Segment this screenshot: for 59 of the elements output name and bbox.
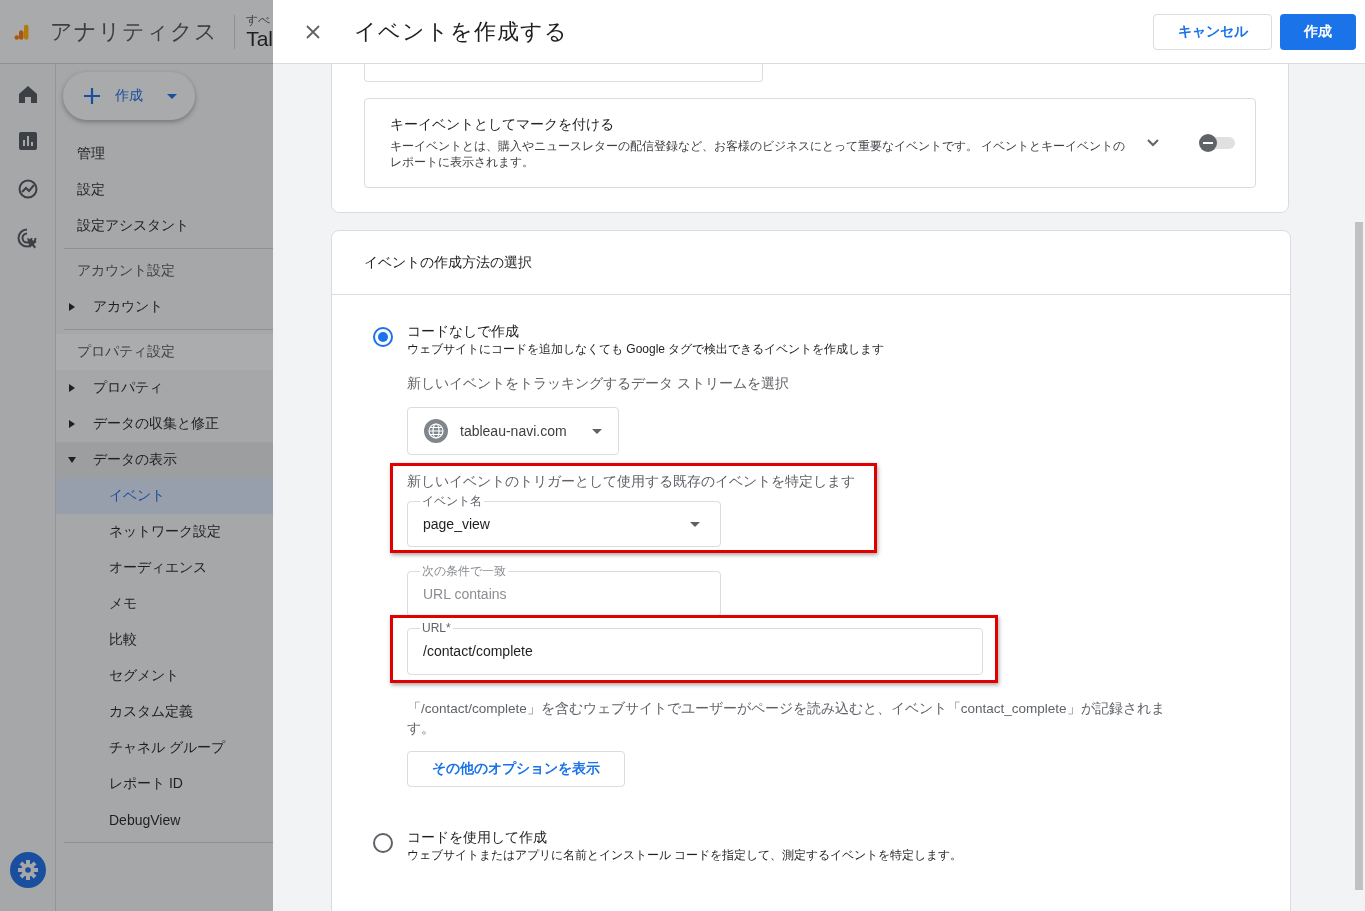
url-field[interactable]: URL* /contact/complete: [407, 621, 983, 675]
nav-item[interactable]: 設定: [56, 172, 273, 208]
toggle-switch[interactable]: [1199, 134, 1235, 152]
nav-item[interactable]: オーディエンス: [56, 550, 273, 586]
caret-icon: [167, 93, 177, 99]
settings-icon[interactable]: [9, 852, 46, 888]
key-event-title: キーイベントとしてマークを付ける: [390, 116, 615, 134]
plus-icon: [83, 87, 101, 105]
radio-button[interactable]: [373, 833, 393, 853]
caret-icon: [69, 384, 75, 392]
option-description: ウェブサイトにコードを追加しなくても Google タグで検出できるイベントを作成します: [407, 341, 886, 357]
event-name-dropdown[interactable]: イベント名 page_view: [407, 493, 721, 547]
caret-icon: [690, 521, 700, 527]
option-label: コードなしで作成: [407, 322, 520, 341]
option-description: ウェブサイトまたはアプリに名前とインストール コードを指定して、測定するイベントを特定します。: [407, 847, 964, 863]
caret-icon: [592, 428, 602, 434]
nav-item[interactable]: セグメント: [56, 658, 273, 694]
nav-item[interactable]: 管理: [56, 136, 273, 172]
card-heading: イベントの作成方法の選択: [332, 231, 1290, 295]
product-name: アナリティクス: [49, 17, 218, 46]
scrollbar[interactable]: [1355, 222, 1363, 890]
nav-item[interactable]: ネットワーク設定: [56, 514, 273, 550]
key-event-description: キーイベントとは、購入やニュースレターの配信登録など、お客様のビジネスにとって重要なイベントです。 イベントとキーイベントのレポートに表示されます。: [390, 138, 1127, 170]
bar-chart-icon[interactable]: [18, 132, 37, 150]
nav-item[interactable]: DebugView: [56, 802, 273, 838]
nav-item[interactable]: 比較: [56, 622, 273, 658]
nav-item[interactable]: カスタム定義: [56, 694, 273, 730]
caret-icon: [68, 457, 76, 463]
nav-item[interactable]: レポート ID: [56, 766, 273, 802]
nav-item[interactable]: アカウント: [56, 289, 273, 325]
nav-item[interactable]: メモ: [56, 586, 273, 622]
stream-prompt: 新しいイベントをトラッキングするデータ ストリームを選択: [407, 375, 790, 393]
trend-circle-icon[interactable]: [17, 179, 38, 199]
home-icon[interactable]: [18, 86, 37, 103]
cancel-button[interactable]: キャンセル: [1153, 13, 1272, 50]
close-icon[interactable]: [306, 24, 320, 39]
chevron-icon[interactable]: [1147, 139, 1160, 147]
caret-icon: [69, 303, 75, 311]
cursor-target-icon[interactable]: [17, 228, 38, 249]
nav-item[interactable]: データの表示: [56, 442, 273, 478]
stream-dropdown[interactable]: tableau-navi.com: [407, 407, 619, 455]
nav-item[interactable]: 設定アシスタント: [56, 208, 273, 244]
create-button[interactable]: 作成: [1280, 13, 1356, 50]
section-heading: アカウント設定: [76, 261, 176, 280]
property-name[interactable]: Tal: [246, 28, 273, 49]
panel-title: イベントを作成する: [354, 17, 568, 46]
trigger-prompt: 新しいイベントのトリガーとして使用する既存のイベントを特定します: [407, 473, 856, 491]
caret-icon: [69, 420, 75, 428]
radio-button[interactable]: [373, 327, 393, 347]
section-heading: プロパティ設定: [56, 334, 273, 370]
globe-icon: [424, 419, 448, 443]
create-button[interactable]: 作成: [63, 72, 195, 120]
more-options-button[interactable]: その他のオプションを表示: [407, 751, 625, 787]
nav-item[interactable]: データの収集と修正: [56, 406, 273, 442]
option-label: コードを使用して作成: [407, 828, 548, 847]
nav-item[interactable]: プロパティ: [56, 370, 273, 406]
help-text: 「/contact/complete」を含むウェブサイトでユーザーがページを読み込むと、イベント「contact_complete」が記録されます。: [407, 700, 1166, 738]
account-label: すべ: [246, 14, 272, 26]
nav-item[interactable]: チャネル グループ: [56, 730, 273, 766]
